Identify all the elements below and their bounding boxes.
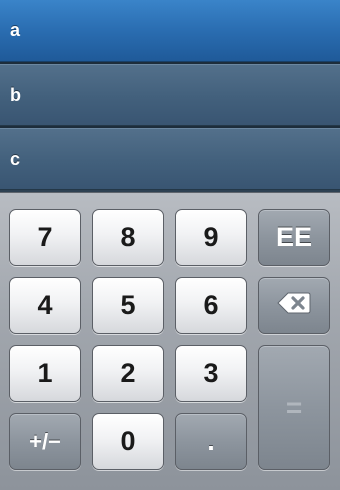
key-6[interactable]: 6: [175, 277, 247, 334]
field-row-a[interactable]: a: [0, 0, 340, 62]
key-8[interactable]: 8: [92, 209, 164, 266]
key-9[interactable]: 9: [175, 209, 247, 266]
field-row-label: b: [10, 84, 21, 105]
field-list: a b c: [0, 0, 340, 192]
decimal-point-button[interactable]: .: [175, 413, 247, 470]
equals-button[interactable]: =: [258, 345, 330, 470]
field-row-label: a: [10, 20, 21, 40]
plus-minus-button[interactable]: +/−: [9, 413, 81, 470]
key-1[interactable]: 1: [9, 345, 81, 402]
numeric-keypad: 7 8 9 EE 4 5 6 1 2 3 = +/− 0 .: [0, 192, 340, 490]
field-row-label: c: [10, 148, 21, 169]
plus-minus-label: +/−: [29, 428, 61, 454]
key-3[interactable]: 3: [175, 345, 247, 402]
field-row-b[interactable]: b: [0, 64, 340, 126]
key-0[interactable]: 0: [92, 413, 164, 470]
backspace-icon: [277, 290, 311, 321]
key-4[interactable]: 4: [9, 277, 81, 334]
key-2[interactable]: 2: [92, 345, 164, 402]
key-ee[interactable]: EE: [258, 209, 330, 266]
field-row-c[interactable]: c: [0, 128, 340, 190]
key-5[interactable]: 5: [92, 277, 164, 334]
key-7[interactable]: 7: [9, 209, 81, 266]
backspace-button[interactable]: [258, 277, 330, 334]
